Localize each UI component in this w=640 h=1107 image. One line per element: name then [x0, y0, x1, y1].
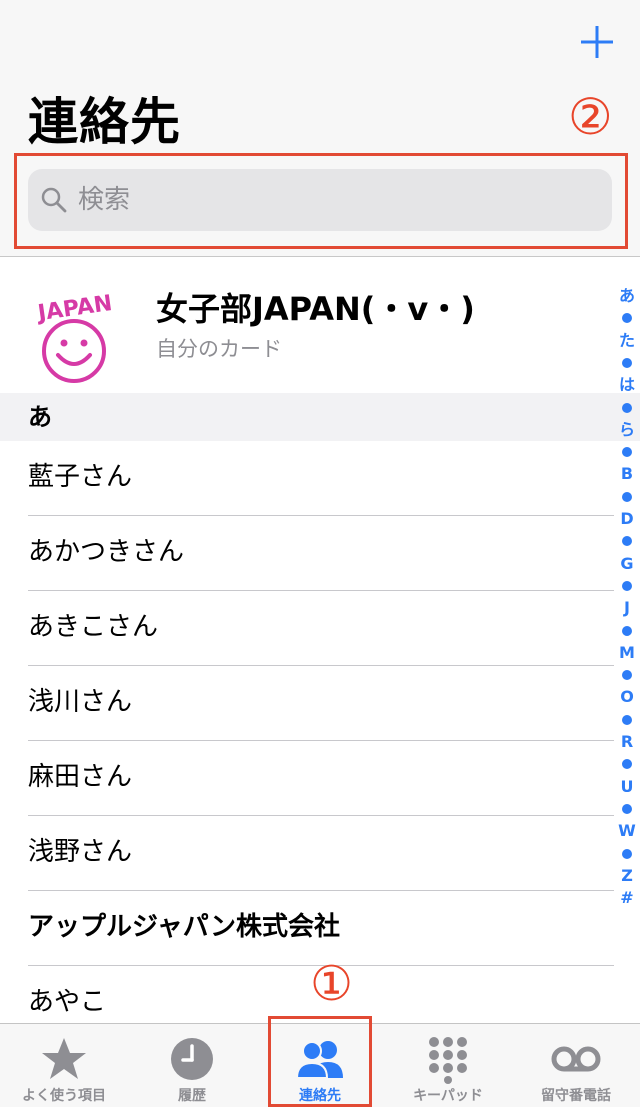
index-letter[interactable]: た — [614, 331, 640, 351]
page-title: 連絡先 — [28, 93, 181, 151]
index-letter[interactable]: R — [614, 732, 640, 752]
index-dot[interactable] — [622, 447, 632, 458]
annotation-box-tab — [268, 1016, 372, 1107]
index-dot[interactable] — [622, 625, 632, 636]
index-letter[interactable]: G — [614, 554, 640, 574]
my-card-subtitle: 自分のカード — [156, 337, 282, 361]
index-letter[interactable]: あ — [614, 286, 640, 306]
contact-row[interactable]: 浅川さん — [0, 666, 614, 741]
tab-recents[interactable]: 履歴 — [128, 1024, 256, 1107]
index-dot[interactable] — [622, 536, 632, 547]
contact-row[interactable]: あきこさん — [0, 591, 614, 666]
contact-name: 麻田さん — [28, 762, 133, 792]
star-icon — [42, 1038, 86, 1079]
index-dot[interactable] — [622, 580, 632, 591]
index-letter[interactable]: B — [614, 464, 640, 484]
tab-label: 留守番電話 — [541, 1088, 611, 1104]
section-header: あ — [0, 393, 640, 441]
index-dot[interactable] — [622, 313, 632, 324]
index-letter[interactable]: # — [614, 888, 640, 908]
my-card[interactable]: JAPAN 女子部JAPAN(・v・) 自分のカード — [0, 257, 640, 393]
voicemail-icon — [551, 1046, 601, 1072]
index-letter[interactable]: W — [614, 821, 640, 841]
contact-row[interactable]: 麻田さん — [0, 741, 614, 816]
index-dot[interactable] — [622, 714, 632, 725]
index-dot[interactable] — [622, 357, 632, 368]
my-card-name: 女子部JAPAN(・v・) — [156, 290, 475, 328]
keypad-icon — [429, 1037, 467, 1084]
annotation-box-search — [14, 153, 628, 249]
tab-keypad[interactable]: キーパッド — [384, 1024, 512, 1107]
index-dot[interactable] — [622, 491, 632, 502]
section-index-bar[interactable]: あたはら B D G J M O R U W Z # — [614, 286, 640, 916]
contact-row[interactable]: 藍子さん — [0, 441, 614, 516]
contact-name: あやこ — [28, 987, 107, 1017]
contact-name: 藍子さん — [28, 462, 133, 492]
tab-label: よく使う項目 — [22, 1088, 106, 1104]
contact-row[interactable]: アップルジャパン株式会社 — [0, 891, 614, 966]
annotation-marker-2: ② — [568, 88, 613, 146]
tab-label: キーパッド — [413, 1088, 483, 1104]
tab-favorites[interactable]: よく使う項目 — [0, 1024, 128, 1107]
index-letter[interactable]: は — [614, 375, 640, 395]
contact-name: アップルジャパン株式会社 — [28, 912, 341, 942]
index-dot[interactable] — [622, 803, 632, 814]
contact-name: あきこさん — [28, 612, 159, 642]
index-letter[interactable]: O — [614, 687, 640, 707]
contact-name: あかつきさん — [28, 537, 185, 567]
index-letter[interactable]: J — [614, 598, 640, 618]
clock-icon — [171, 1038, 213, 1080]
index-dot[interactable] — [622, 402, 632, 413]
index-letter[interactable]: D — [614, 509, 640, 529]
contact-row[interactable]: あかつきさん — [0, 516, 614, 591]
tab-voicemail[interactable]: 留守番電話 — [512, 1024, 640, 1107]
index-dot[interactable] — [622, 670, 632, 681]
index-letter[interactable]: M — [614, 643, 640, 663]
contact-name: 浅川さん — [28, 687, 133, 717]
contact-name: 浅野さん — [28, 837, 133, 867]
contact-row[interactable]: 浅野さん — [0, 816, 614, 891]
my-card-avatar: JAPAN — [34, 291, 114, 383]
index-dot[interactable] — [622, 759, 632, 770]
annotation-marker-1: ① — [310, 956, 354, 1012]
index-letter[interactable]: Z — [614, 866, 640, 886]
add-contact-button[interactable] — [577, 22, 617, 62]
plus-icon — [581, 26, 613, 58]
index-letter[interactable]: U — [614, 777, 640, 797]
index-letter[interactable]: ら — [614, 420, 640, 440]
tab-label: 履歴 — [178, 1088, 206, 1104]
index-dot[interactable] — [622, 848, 632, 859]
section-header-label: あ — [28, 403, 52, 431]
